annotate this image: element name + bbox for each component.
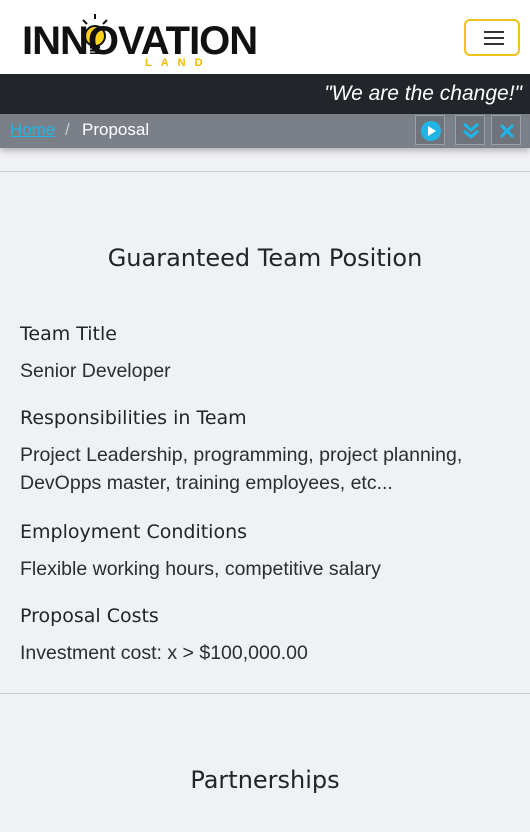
responsibilities-label: Responsibilities in Team	[20, 407, 247, 429]
position-section-title: Guaranteed Team Position	[107, 244, 423, 272]
breadcrumb: Home / Proposal	[0, 114, 530, 148]
logo-subtext: LAND	[145, 57, 212, 69]
close-button[interactable]	[491, 115, 521, 145]
section-divider	[0, 171, 530, 172]
partnerships-section-title: Partnerships	[190, 766, 340, 794]
proposal-costs-value: Investment cost: x > $100,000.00	[20, 642, 308, 664]
play-icon	[421, 121, 441, 141]
slogan-bar: "We are the change!"	[0, 74, 530, 114]
hamburger-icon	[484, 31, 504, 33]
expand-button[interactable]	[455, 115, 485, 145]
site-logo[interactable]: INNOVATION LAND	[22, 14, 258, 72]
breadcrumb-current: Proposal	[82, 120, 150, 139]
responsibilities-value: Project Leadership, programming, project…	[20, 444, 463, 494]
play-button[interactable]	[415, 115, 445, 145]
menu-toggle-button[interactable]	[464, 19, 520, 56]
slogan-text: "We are the change!"	[324, 82, 522, 105]
proposal-costs-label: Proposal Costs	[20, 605, 159, 627]
section-divider	[0, 693, 530, 694]
hamburger-icon-bar	[484, 37, 504, 39]
employment-conditions-value: Flexible working hours, competitive sala…	[20, 558, 381, 580]
double-chevron-down-icon	[463, 122, 479, 139]
employment-conditions-label: Employment Conditions	[20, 521, 248, 543]
team-title-label: Team Title	[20, 323, 117, 345]
hamburger-icon-bar	[484, 43, 504, 45]
breadcrumb-separator: /	[65, 120, 70, 139]
close-icon	[499, 123, 515, 139]
team-title-value: Senior Developer	[20, 360, 171, 382]
breadcrumb-home-link[interactable]: Home	[10, 120, 55, 140]
logo-text: INNOVATION	[22, 19, 258, 63]
site-header: INNOVATION LAND	[0, 0, 530, 74]
